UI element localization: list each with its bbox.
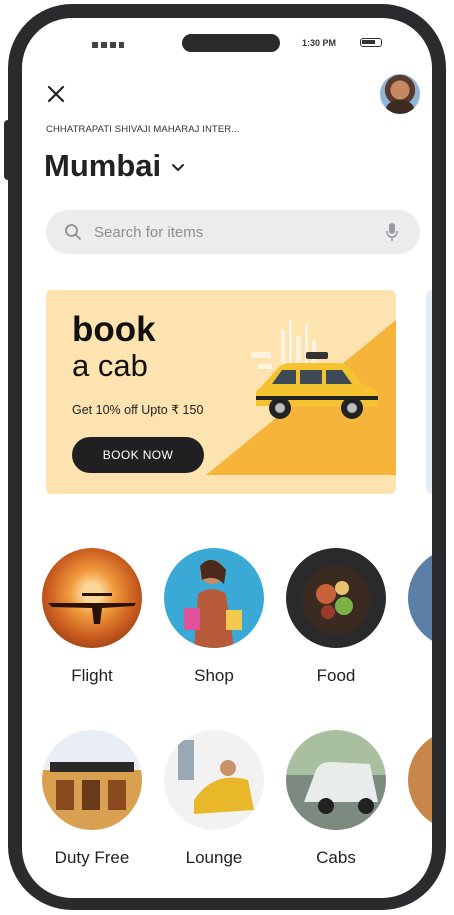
category-lounge[interactable]: Lounge bbox=[164, 730, 264, 868]
category-cabs[interactable]: Cabs bbox=[286, 730, 386, 868]
city-selector[interactable]: Mumbai bbox=[44, 148, 185, 184]
banner-title-line1: book bbox=[72, 310, 156, 349]
next-banner-peek[interactable] bbox=[426, 290, 432, 494]
avatar[interactable] bbox=[380, 74, 420, 114]
category-label: Shop bbox=[194, 666, 234, 685]
chevron-down-icon bbox=[172, 164, 185, 172]
book-now-button[interactable]: BOOK NOW bbox=[72, 437, 204, 473]
microphone-icon[interactable] bbox=[386, 222, 398, 242]
book-cab-banner[interactable]: book a cab Get 10% off Upto ₹ 150 BOOK N… bbox=[46, 290, 396, 494]
battery-icon bbox=[360, 38, 382, 47]
airport-name: CHHATRAPATI SHIVAJI MAHARAJ INTER... bbox=[46, 124, 240, 135]
notch bbox=[182, 34, 280, 52]
signal-icon bbox=[92, 42, 124, 48]
category-label: Duty Free bbox=[54, 848, 130, 867]
city-name: Mumbai bbox=[44, 148, 162, 183]
category-label: Flight bbox=[71, 666, 113, 685]
search-input[interactable]: Search for items bbox=[94, 224, 386, 241]
hotel-image bbox=[408, 548, 432, 648]
shop-image bbox=[164, 548, 264, 648]
search-bar[interactable]: Search for items bbox=[46, 210, 420, 254]
category-label: Lounge bbox=[185, 848, 243, 867]
side-button bbox=[4, 120, 12, 180]
duty-free-image bbox=[42, 730, 142, 830]
cabs-image bbox=[286, 730, 386, 830]
category-shop[interactable]: Shop bbox=[164, 548, 264, 686]
search-icon bbox=[65, 224, 81, 240]
category-parking[interactable]: Pa bbox=[408, 730, 432, 868]
category-flight[interactable]: Flight bbox=[42, 548, 142, 686]
lounge-image bbox=[164, 730, 264, 830]
taxi-illustration bbox=[256, 352, 378, 419]
category-label: Cabs bbox=[316, 848, 356, 867]
category-label: Pa bbox=[408, 848, 432, 868]
close-icon[interactable] bbox=[44, 82, 68, 106]
parking-image bbox=[408, 730, 432, 830]
app-screen: 1:30 PM CHHATRAPATI SHIVAJI MAHARAJ INTE… bbox=[22, 18, 432, 898]
category-label: Food bbox=[316, 666, 356, 685]
category-label: H bbox=[408, 666, 432, 686]
flight-image bbox=[42, 548, 142, 648]
category-duty-free[interactable]: Duty Free bbox=[42, 730, 142, 868]
banner-offer: Get 10% off Upto ₹ 150 bbox=[72, 403, 204, 417]
banner-title-line2: a cab bbox=[72, 348, 148, 383]
status-time: 1:30 PM bbox=[302, 38, 337, 48]
category-hotel[interactable]: H bbox=[408, 548, 432, 686]
category-food[interactable]: Food bbox=[286, 548, 386, 686]
food-image bbox=[286, 548, 386, 648]
